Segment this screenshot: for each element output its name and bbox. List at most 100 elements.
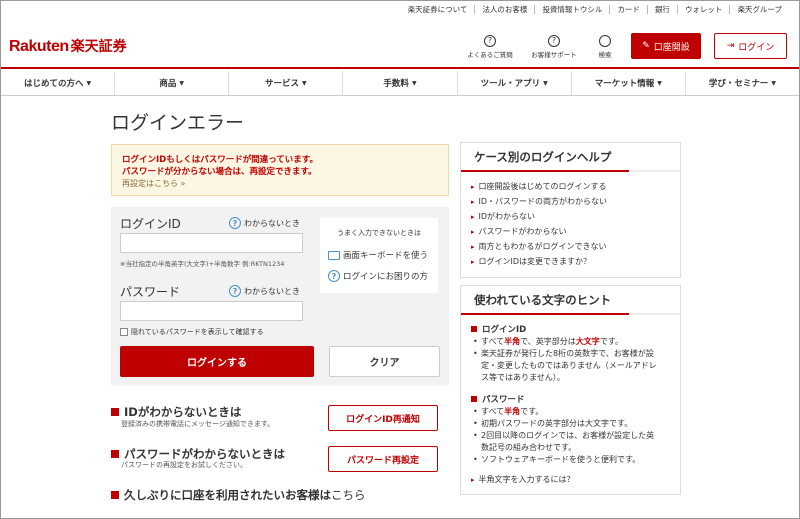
nav-item-services[interactable]: サービス ▼ <box>229 71 344 95</box>
input-help-box: うまく入力できないときは 画面キーボードを使う ? ログインにお困りの方 <box>320 218 438 293</box>
bullet-square <box>471 326 477 332</box>
input-help-title: うまく入力できないときは <box>337 229 421 237</box>
hint-emphasis: 半角 <box>504 337 521 346</box>
hint-text: 2回目以降のログインでは、お客様が設定した英 <box>481 431 655 440</box>
search-icon <box>599 35 611 47</box>
util-link-about[interactable]: 楽天証券について <box>401 4 475 15</box>
question-icon: ? <box>229 217 241 229</box>
utility-bar: 楽天証券について 法人のお客様 投資情報トウシル カード 銀行 ウォレット 楽天… <box>1 1 799 17</box>
reset-link[interactable]: 再設定はこちら » <box>122 178 448 190</box>
hint-text: です。 <box>599 337 624 346</box>
nav-item-products[interactable]: 商品 ▼ <box>115 71 230 95</box>
nav-item-beginners[interactable]: はじめての方へ ▼ <box>1 71 116 95</box>
hint-bullet: すべて半角です。 <box>461 406 680 418</box>
bullet-square <box>471 396 477 402</box>
open-account-button[interactable]: ✎ 口座開設 <box>631 33 701 59</box>
keyboard-icon <box>328 250 340 260</box>
password-input[interactable] <box>120 301 303 321</box>
nav-item-fees[interactable]: 手数料 ▼ <box>343 71 458 95</box>
nav-label: はじめての方へ <box>24 79 84 89</box>
util-link-toushiru[interactable]: 投資情報トウシル <box>535 4 609 15</box>
util-link-bank[interactable]: 銀行 <box>648 4 677 15</box>
long-absence-link[interactable]: こちら <box>331 487 366 503</box>
screen-keyboard-link[interactable]: 画面キーボードを使う <box>328 249 428 261</box>
pw-help-link[interactable]: ? わからないとき <box>229 285 300 297</box>
hint-text: ソフトウェアキーボードを使うと便利です。 <box>481 455 641 464</box>
faq-label: よくあるご質問 <box>467 51 513 59</box>
password-label: パスワード <box>120 285 181 299</box>
login-trouble-link[interactable]: ? ログインにお困りの方 <box>328 270 428 282</box>
long-absence-heading: 久しぶりに口座を利用されたいお客様は こちら <box>111 487 366 503</box>
login-top-button[interactable]: ⇥ ログイン <box>714 33 787 59</box>
show-password-checkbox[interactable] <box>120 328 128 336</box>
id-forgot-subtext: 登録済みの携帯電話にメッセージ通知できます。 <box>121 420 275 428</box>
chevron-right-icon: ▸ <box>471 257 475 266</box>
search-label: 検索 <box>598 51 612 59</box>
util-link-corporate[interactable]: 法人のお客様 <box>475 4 534 15</box>
case-help-item[interactable]: ▸ 両方ともわかるがログインできない <box>471 239 680 254</box>
util-link-wallet[interactable]: ウォレット <box>678 4 730 15</box>
nav-item-market[interactable]: マーケット情報 ▼ <box>572 71 686 95</box>
chevron-right-icon: ▸ <box>471 212 475 221</box>
hint-bullet: すべて半角で、英字部分は大文字です。 <box>461 336 680 348</box>
hint-section-login-id: ログインID <box>461 322 680 336</box>
chevron-down-icon: ▼ <box>302 79 307 87</box>
bullet-square <box>111 408 119 416</box>
hint-section-label: ログインID <box>482 325 527 335</box>
chevron-down-icon: ▼ <box>179 79 185 87</box>
question-icon: ? <box>548 35 560 47</box>
question-icon: ? <box>328 270 340 282</box>
login-trouble-label: ログインにお困りの方 <box>343 272 429 282</box>
hint-bullet: ソフトウェアキーボードを使うと便利です。 <box>461 454 680 466</box>
char-hint-title-text: 使われている文字のヒント <box>474 293 612 307</box>
clear-button[interactable]: クリア <box>329 346 440 377</box>
reset-password-button[interactable]: パスワード再設定 <box>328 446 438 472</box>
half-width-help-label: 半角文字を入力するには？ <box>478 475 575 484</box>
pw-forgot-subtext: パスワードの再設定をお試しください。 <box>121 461 247 469</box>
main-nav: はじめての方へ ▼ 商品 ▼ サービス ▼ 手数料 ▼ ツール・アプリ ▼ マーケット情報… <box>1 71 799 96</box>
logo[interactable]: Rakuten 楽天証券 <box>9 36 127 56</box>
half-width-help-link[interactable]: ▸ 半角文字を入力するには？ <box>471 472 680 487</box>
screen-keyboard-label: 画面キーボードを使う <box>343 251 429 261</box>
case-help-title: ケース別のログインヘルプ <box>461 143 680 172</box>
nav-item-learn[interactable]: 学び・セミナー ▼ <box>686 71 799 95</box>
util-link-card[interactable]: カード <box>610 4 647 15</box>
case-help-item[interactable]: ▸ ログインIDは変更できますか？ <box>471 254 680 269</box>
divider <box>461 170 629 172</box>
search-link[interactable]: 検索 <box>570 35 640 59</box>
case-help-item[interactable]: ▸ パスワードがわからない <box>471 224 680 239</box>
login-button[interactable]: ログインする <box>120 346 314 377</box>
char-hint-box: 使われている文字のヒント ログインID すべて半角で、英字部分は大文字です。 楽… <box>460 285 681 495</box>
login-id-input[interactable] <box>120 233 303 253</box>
show-password-toggle[interactable]: 隠れているパスワードを表示して確認する <box>120 327 264 337</box>
long-absence-title: 久しぶりに口座を利用されたいお客様は <box>124 488 331 502</box>
nav-label: 手数料 <box>383 79 409 89</box>
hint-footer: ▸ 半角文字を入力するには？ <box>461 472 680 487</box>
chevron-right-icon: ▸ <box>471 227 475 236</box>
error-message-box: ログインIDもしくはパスワードが間違っています。 パスワードが分からない場合は、… <box>111 144 449 196</box>
nav-item-tools[interactable]: ツール・アプリ ▼ <box>458 71 572 95</box>
nav-label: サービス <box>265 79 300 89</box>
nav-label: マーケット情報 <box>594 79 655 89</box>
case-help-item[interactable]: ▸ ID・パスワードの両方がわからない <box>471 194 680 209</box>
divider <box>461 313 629 315</box>
case-help-item-label: ログインIDは変更できますか？ <box>478 257 592 266</box>
nav-label: 商品 <box>159 79 177 89</box>
faq-link[interactable]: ? よくあるご質問 <box>455 35 525 59</box>
util-link-group[interactable]: 楽天グループ <box>730 4 789 15</box>
chevron-down-icon: ▼ <box>411 79 417 87</box>
chevron-down-icon: ▼ <box>543 79 548 87</box>
hint-section-password: パスワード <box>461 392 680 406</box>
resend-id-button[interactable]: ログインID再通知 <box>328 405 438 431</box>
case-help-item[interactable]: ▸ 口座開設後はじめてのログインする <box>471 179 680 194</box>
open-account-label: 口座開設 <box>653 42 690 53</box>
logo-jp-text: 楽天証券 <box>70 39 127 55</box>
id-help-link[interactable]: ? わからないとき <box>229 217 300 229</box>
login-icon: ⇥ <box>726 41 735 51</box>
nav-label: 学び・セミナー <box>708 79 769 89</box>
hint-section-label: パスワード <box>482 395 525 405</box>
case-help-item[interactable]: ▸ IDがわからない <box>471 209 680 224</box>
case-help-title-text: ケース別のログインヘルプ <box>474 150 612 164</box>
login-form: ログインID ? わからないとき ※当社指定の半角英字(大文字)+半角数字 例:… <box>111 207 449 386</box>
hint-text: すべて <box>481 337 505 346</box>
